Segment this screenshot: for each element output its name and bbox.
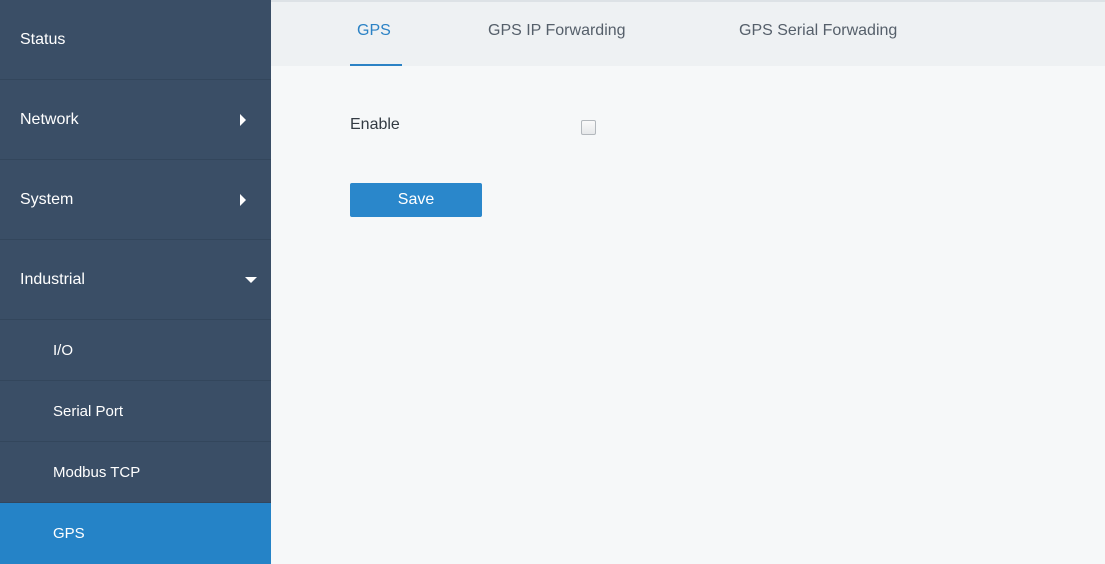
app-window: Status Network System Industrial I/O Ser… (0, 0, 1105, 564)
chevron-down-icon (245, 276, 257, 283)
tab-gps-ip-forwarding[interactable]: GPS IP Forwarding (488, 22, 626, 40)
tab-gps-serial-forwarding[interactable]: GPS Serial Forwading (739, 22, 897, 40)
sidebar-item-label: Network (20, 110, 79, 128)
enable-checkbox[interactable] (581, 120, 596, 135)
sidebar-subitem-serial-port[interactable]: Serial Port (0, 381, 271, 442)
active-tab-indicator (350, 64, 402, 66)
sidebar-item-label: Modbus TCP (53, 463, 141, 481)
sidebar-subitem-io[interactable]: I/O (0, 320, 271, 381)
sidebar-subitem-gps[interactable]: GPS (0, 503, 271, 564)
sidebar-item-label: Status (20, 30, 66, 48)
enable-label: Enable (350, 116, 400, 133)
chevron-right-icon (240, 113, 246, 126)
tab-bar: GPS GPS IP Forwarding GPS Serial Forwadi… (271, 0, 1105, 66)
sidebar-item-system[interactable]: System (0, 160, 271, 240)
sidebar-item-label: I/O (53, 341, 74, 359)
sidebar-subitem-modbus-tcp[interactable]: Modbus TCP (0, 442, 271, 503)
sidebar-item-label: Industrial (20, 270, 85, 288)
sidebar-item-industrial[interactable]: Industrial (0, 240, 271, 320)
sidebar-item-label: System (20, 190, 74, 208)
main-content: GPS GPS IP Forwarding GPS Serial Forwadi… (271, 0, 1105, 564)
sidebar: Status Network System Industrial I/O Ser… (0, 0, 271, 564)
save-button[interactable]: Save (350, 183, 482, 217)
sidebar-item-status[interactable]: Status (0, 0, 271, 80)
sidebar-item-label: GPS (53, 524, 85, 542)
tab-gps[interactable]: GPS (357, 22, 391, 40)
sidebar-item-label: Serial Port (53, 402, 124, 420)
chevron-right-icon (240, 193, 246, 206)
sidebar-item-network[interactable]: Network (0, 80, 271, 160)
